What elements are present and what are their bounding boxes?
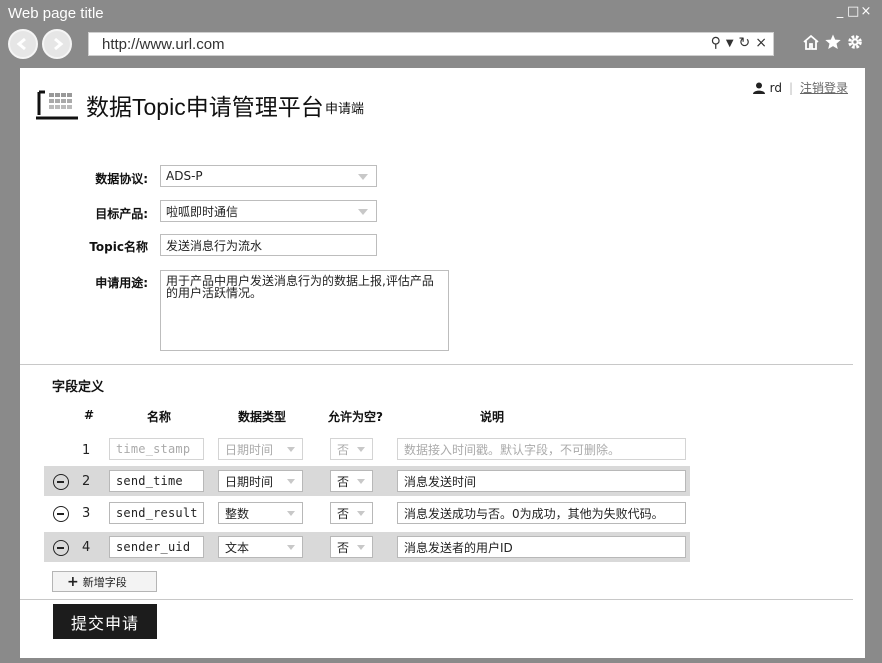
product-select-value: 啦呱即时通信 <box>166 204 239 219</box>
row-number: 4 <box>82 540 91 555</box>
app-title: 数据Topic申请管理平台 <box>86 94 324 120</box>
field-description-input[interactable]: 消息发送时间 <box>397 470 686 492</box>
chevron-down-icon <box>287 479 295 484</box>
field-type-select[interactable]: 整数 <box>218 502 303 524</box>
topic-name-value: 发送消息行为流水 <box>166 238 263 253</box>
column-header-number: # <box>84 408 95 422</box>
field-type-value: 整数 <box>225 506 250 521</box>
window-frame-left <box>0 68 20 663</box>
logout-link[interactable]: 注销登录 <box>800 79 848 96</box>
field-type-select[interactable]: 日期时间 <box>218 470 303 492</box>
nullable-value: 否 <box>337 540 350 555</box>
purpose-label: 申请用途: <box>95 276 148 290</box>
row-number: 2 <box>82 474 91 489</box>
topic-name-input[interactable]: 发送消息行为流水 <box>160 234 377 256</box>
address-bar-icons: ⚲ ▼ ↻ × <box>711 35 767 51</box>
browser-chrome: Web page title _ □ × http://www.url.com … <box>0 0 882 68</box>
nullable-value: 否 <box>337 474 350 489</box>
arrow-left-icon <box>16 37 26 51</box>
field-name-input[interactable]: send_time <box>109 470 204 492</box>
home-icon[interactable] <box>802 33 820 51</box>
field-name-input[interactable]: time_stamp <box>109 438 204 460</box>
field-name-input[interactable]: send_result <box>109 502 204 524</box>
chevron-down-icon <box>358 209 368 215</box>
add-field-label: 新增字段 <box>82 575 127 589</box>
nullable-select[interactable]: 否 <box>330 536 373 558</box>
product-label: 目标产品: <box>95 207 148 221</box>
row-number: 3 <box>82 506 91 521</box>
user-icon <box>752 82 765 94</box>
fields-section-title: 字段定义 <box>52 380 105 395</box>
refresh-icon[interactable]: ↻ <box>739 35 751 51</box>
dropdown-icon[interactable]: ▼ <box>726 38 734 49</box>
chevron-down-icon <box>358 174 368 180</box>
protocol-select[interactable]: ADS-P <box>160 165 377 187</box>
field-description-input[interactable]: 消息发送者的用户ID <box>397 536 686 558</box>
maximize-button[interactable]: □ <box>847 4 859 19</box>
submit-button[interactable]: 提交申请 <box>53 604 157 639</box>
remove-row-icon[interactable] <box>53 506 69 522</box>
window-frame-bottom <box>0 658 882 663</box>
field-type-value: 文本 <box>225 540 250 555</box>
minimize-button[interactable]: _ <box>834 4 846 19</box>
star-icon[interactable] <box>824 33 842 51</box>
window-frame-right <box>865 68 882 663</box>
field-description-input[interactable]: 数据接入时间戳。默认字段，不可删除。 <box>397 438 686 460</box>
column-header-type: 数据类型 <box>238 410 287 424</box>
url-text[interactable]: http://www.url.com <box>102 36 225 53</box>
plus-icon: + <box>67 573 79 590</box>
section-divider <box>20 364 853 365</box>
gear-icon[interactable] <box>846 33 864 51</box>
chevron-down-icon <box>287 511 295 516</box>
field-type-select[interactable]: 日期时间 <box>218 438 303 460</box>
window-controls: _ □ × <box>834 4 872 19</box>
back-button[interactable] <box>8 29 38 59</box>
nullable-select[interactable]: 否 <box>330 502 373 524</box>
chevron-down-icon <box>357 479 365 484</box>
arrow-right-icon <box>54 37 64 51</box>
address-bar[interactable]: http://www.url.com ⚲ ▼ ↻ × <box>88 32 774 56</box>
window-title: Web page title <box>8 5 104 22</box>
field-name-input[interactable]: sender_uid <box>109 536 204 558</box>
forward-button[interactable] <box>42 29 72 59</box>
column-header-nullable: 允许为空? <box>328 410 383 424</box>
column-header-name: 名称 <box>147 410 172 424</box>
column-header-description: 说明 <box>480 410 505 424</box>
nullable-select[interactable]: 否 <box>330 438 373 460</box>
nullable-value: 否 <box>337 442 350 457</box>
product-select[interactable]: 啦呱即时通信 <box>160 200 377 222</box>
protocol-select-value: ADS-P <box>166 169 203 183</box>
chevron-down-icon <box>357 447 365 452</box>
app-subtitle: 申请端 <box>325 102 365 117</box>
field-type-value: 日期时间 <box>225 442 274 457</box>
user-name: rd <box>769 80 782 95</box>
protocol-label: 数据协议: <box>95 172 148 186</box>
nullable-value: 否 <box>337 506 350 521</box>
close-window-button[interactable]: × <box>860 4 872 19</box>
monitor-logo-icon <box>36 90 78 120</box>
user-separator: | <box>788 80 793 95</box>
topic-label: Topic名称 <box>89 240 148 254</box>
purpose-textarea[interactable]: 用于产品中用户发送消息行为的数据上报,评估产品 的用户活跃情况。 <box>160 270 449 351</box>
remove-row-icon[interactable] <box>53 540 69 556</box>
chevron-down-icon <box>287 545 295 550</box>
chevron-down-icon <box>287 447 295 452</box>
add-field-button[interactable]: + 新增字段 <box>52 571 157 592</box>
field-type-select[interactable]: 文本 <box>218 536 303 558</box>
field-description-input[interactable]: 消息发送成功与否。0为成功，其他为失败代码。 <box>397 502 686 524</box>
user-area: rd | 注销登录 <box>752 79 848 96</box>
chevron-down-icon <box>357 545 365 550</box>
remove-row-icon[interactable] <box>53 474 69 490</box>
search-icon[interactable]: ⚲ <box>711 35 721 51</box>
nullable-select[interactable]: 否 <box>330 470 373 492</box>
field-type-value: 日期时间 <box>225 474 274 489</box>
row-number: 1 <box>82 443 91 458</box>
close-icon[interactable]: × <box>755 35 767 51</box>
footer-divider <box>20 599 853 600</box>
browser-toolbar <box>802 33 864 51</box>
chevron-down-icon <box>357 511 365 516</box>
